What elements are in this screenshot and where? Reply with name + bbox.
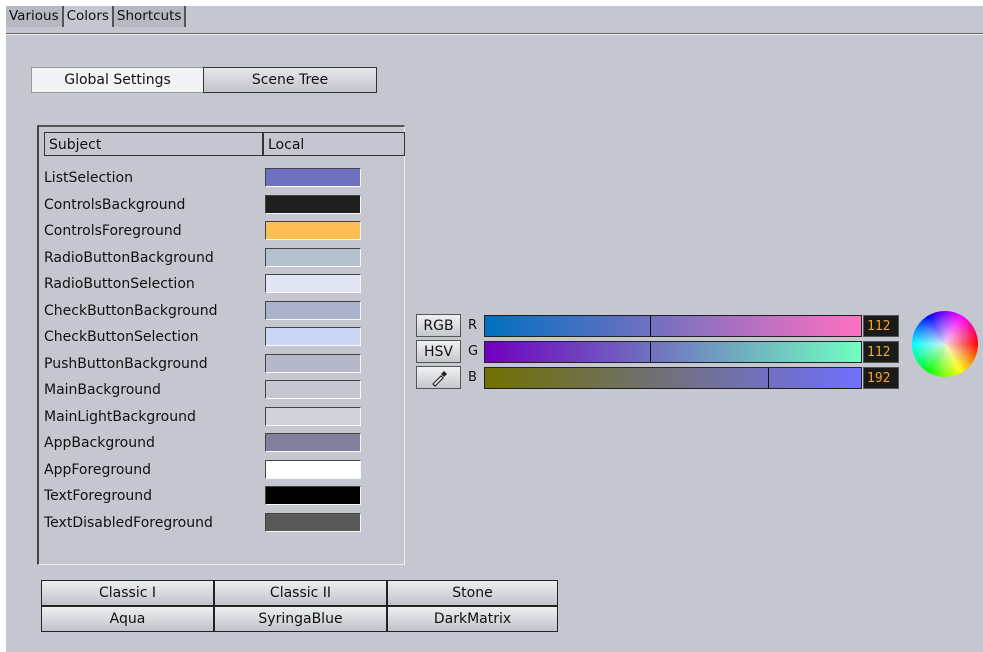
color-swatch[interactable] [265, 221, 361, 240]
red-value-field[interactable]: 112 [863, 315, 899, 337]
color-list-row-label[interactable]: AppForeground [44, 457, 151, 483]
color-list-row-label[interactable]: RadioButtonBackground [44, 245, 214, 271]
color-list-row-label[interactable]: MainLightBackground [44, 404, 196, 430]
color-swatch[interactable] [265, 459, 361, 479]
tab-shortcuts[interactable]: Shortcuts [113, 6, 187, 27]
color-swatch[interactable] [265, 433, 361, 452]
channel-label-g: G [468, 344, 479, 359]
color-swatch[interactable] [265, 194, 361, 214]
color-list-row-label[interactable]: RadioButtonSelection [44, 271, 195, 297]
tab-various[interactable]: Various [6, 6, 64, 27]
color-list-row-label[interactable]: ControlsBackground [44, 192, 185, 218]
blue-channel-slider[interactable] [484, 367, 862, 389]
column-header-local[interactable]: Local [263, 132, 405, 156]
color-list-row-label[interactable]: ListSelection [44, 165, 133, 191]
tab-colors[interactable]: Colors [63, 6, 114, 27]
color-list-row-label[interactable]: CheckButtonSelection [44, 324, 198, 350]
color-swatch[interactable] [265, 274, 361, 293]
color-wheel[interactable] [912, 311, 978, 377]
green-channel-slider[interactable] [484, 341, 862, 363]
color-swatch[interactable] [265, 300, 361, 320]
color-swatch[interactable] [265, 353, 361, 373]
color-list-row-label[interactable]: ControlsForeground [44, 218, 182, 244]
blue-slider-thumb[interactable] [768, 368, 769, 388]
green-slider-thumb[interactable] [650, 342, 651, 362]
color-swatch[interactable] [265, 380, 361, 399]
channel-label-b: B [468, 370, 477, 385]
color-list-row-label[interactable]: TextForeground [44, 483, 152, 509]
color-swatch[interactable] [265, 486, 361, 505]
color-list-row-label[interactable]: TextDisabledForeground [44, 510, 213, 536]
red-slider-thumb[interactable] [650, 316, 651, 336]
channel-label-r: R [468, 318, 478, 333]
color-swatch[interactable] [265, 406, 361, 426]
hsv-mode-button[interactable]: HSV [416, 340, 461, 363]
preset-aqua-button[interactable]: Aqua [41, 606, 214, 632]
preset-classic-ii-button[interactable]: Classic II [214, 580, 387, 606]
color-list-row-label[interactable]: PushButtonBackground [44, 351, 208, 377]
color-list-row-label[interactable]: AppBackground [44, 430, 155, 456]
preset-syringablue-button[interactable]: SyringaBlue [214, 606, 387, 632]
color-swatch[interactable] [265, 168, 361, 187]
color-swatch[interactable] [265, 512, 361, 532]
color-swatch[interactable] [265, 327, 361, 346]
red-channel-slider[interactable] [484, 315, 862, 337]
tab-divider [6, 33, 983, 35]
green-value-field[interactable]: 112 [863, 341, 899, 363]
rgb-mode-button[interactable]: RGB [416, 314, 461, 337]
color-list-row-label[interactable]: MainBackground [44, 377, 161, 403]
eyedropper-icon [431, 371, 447, 387]
column-header-subject[interactable]: Subject [44, 132, 263, 156]
preset-darkmatrix-button[interactable]: DarkMatrix [387, 606, 558, 632]
color-list-row-label[interactable]: CheckButtonBackground [44, 298, 217, 324]
global-settings-button[interactable]: Global Settings [31, 67, 203, 93]
blue-value-field[interactable]: 192 [863, 367, 899, 389]
tab-bar: Various Colors Shortcuts [6, 6, 187, 28]
preset-classic-i-button[interactable]: Classic I [41, 580, 214, 606]
scene-tree-button[interactable]: Scene Tree [203, 67, 377, 93]
preset-stone-button[interactable]: Stone [387, 580, 558, 606]
color-swatch[interactable] [265, 247, 361, 267]
eyedropper-button[interactable] [416, 366, 461, 389]
